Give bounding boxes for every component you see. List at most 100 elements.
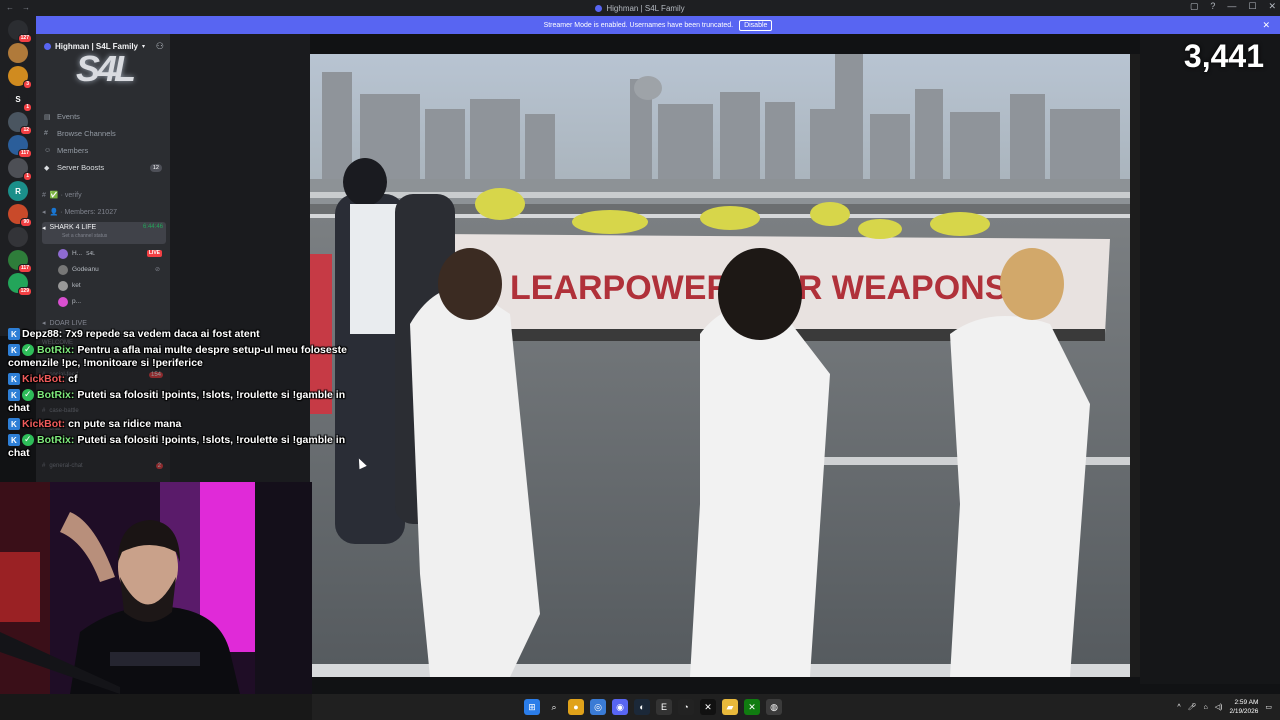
inbox-icon[interactable]: ▢ xyxy=(1190,1,1199,12)
obs-icon[interactable]: ◍ xyxy=(766,699,782,715)
chat-username[interactable]: KickBot: xyxy=(22,418,65,430)
back-icon[interactable]: ← xyxy=(6,3,14,12)
kick-badge-icon xyxy=(8,373,20,386)
hash-icon: # xyxy=(42,191,46,199)
channel-label: 👤 · Members: 21027 xyxy=(49,209,117,216)
chat-username[interactable]: Depz88: xyxy=(22,328,62,340)
add-user-icon[interactable]: ⚇ xyxy=(156,41,164,52)
chevron-up-icon[interactable]: ^ xyxy=(1177,704,1180,711)
avatar xyxy=(58,248,68,259)
nav-arrows[interactable]: ← → xyxy=(6,3,30,12)
nav-label: Server Boosts xyxy=(57,163,105,172)
nav-label: Events xyxy=(57,112,80,121)
mention-badge: 3 xyxy=(23,80,32,89)
folder-icon[interactable]: ▰ xyxy=(722,699,738,715)
network-icon[interactable]: ⌂ xyxy=(1204,704,1208,711)
chevron-down-icon: ▾ xyxy=(142,43,146,50)
search-icon[interactable]: ⌕ xyxy=(546,699,562,715)
voice-user[interactable]: H... S4L LIVE xyxy=(58,246,166,261)
steam-icon[interactable]: ◐ xyxy=(634,699,650,715)
xbox-icon[interactable]: ✕ xyxy=(744,699,760,715)
screen: ← → Highman | S4L Family ▢ ? — ☐ ✕ Stream… xyxy=(0,0,1280,720)
channel-verify[interactable]: # ✅ · verify xyxy=(42,188,166,202)
server-icon[interactable]: 1 xyxy=(8,158,32,181)
app-glyph: ◍ xyxy=(770,701,778,712)
epic-icon[interactable]: E xyxy=(656,699,672,715)
server-icon[interactable]: S1 xyxy=(8,89,32,112)
hash-icon: # xyxy=(44,130,48,137)
disable-button[interactable]: Disable xyxy=(739,19,773,31)
channel-sidebar: Highman | S4L Family ▾ ⚇ S4L ▤ Events # Br… xyxy=(36,34,170,334)
channel-label: ✅ · verify xyxy=(49,192,82,199)
server-icon[interactable]: 90 xyxy=(8,204,32,227)
nav-events[interactable]: ▤ Events xyxy=(42,108,166,125)
kick-badge-icon xyxy=(8,344,20,357)
chat-username[interactable]: BotRix: xyxy=(37,434,74,446)
nav-label: Members xyxy=(57,146,89,155)
x-icon[interactable]: ✕ xyxy=(700,699,716,715)
minimize-button[interactable]: — xyxy=(1227,1,1236,12)
server-icon[interactable]: 117 xyxy=(8,135,32,158)
window-title-text: Highman | S4L Family xyxy=(606,3,685,13)
forward-icon[interactable]: → xyxy=(22,3,30,12)
github-icon[interactable]: ◔ xyxy=(678,699,694,715)
close-button[interactable]: ✕ xyxy=(1268,1,1276,12)
chat-username[interactable]: BotRix: xyxy=(37,389,74,401)
nav-members[interactable]: ☺ Members xyxy=(42,142,166,159)
clock-date: 2/19/2026 xyxy=(1229,708,1259,715)
server-icon[interactable] xyxy=(8,227,28,247)
chat-message: Depz88:7x9 repede sa vedem daca ai fost … xyxy=(8,328,368,341)
voice-timer: 6:44:46 xyxy=(142,224,163,230)
voice-channel-shark[interactable]: ◂ SHARK 4 LIFE 6:44:46 Set a channel sta… xyxy=(42,222,166,244)
mention-badge: 127 xyxy=(17,34,32,43)
server-icon[interactable]: R xyxy=(8,181,28,201)
notification-icon[interactable]: ▭ xyxy=(1265,703,1272,711)
nav-browse-channels[interactable]: # Browse Channels xyxy=(42,125,166,142)
server-icon[interactable]: 127 xyxy=(8,20,32,43)
mention-badge: 12 xyxy=(20,126,32,135)
windows-icon[interactable]: ⊞ xyxy=(524,699,540,715)
webcam-feed xyxy=(0,482,312,694)
server-icon[interactable]: 129 xyxy=(8,273,32,296)
channel-members-count[interactable]: ◂ 👤 · Members: 21027 xyxy=(42,205,166,219)
server-icon[interactable]: 12 xyxy=(8,112,32,135)
chat-username[interactable]: BotRix: xyxy=(37,344,74,356)
avatar xyxy=(58,296,68,307)
microphone-icon[interactable]: 🎤︎ xyxy=(1188,703,1197,711)
app-glyph: ▰ xyxy=(726,701,734,712)
server-icon[interactable]: 117 xyxy=(8,250,32,273)
voice-user-tag: S4L xyxy=(86,250,96,257)
app-glyph: ● xyxy=(573,702,579,712)
mention-badge: 1 xyxy=(23,103,32,112)
banner-close-icon[interactable]: ✕ xyxy=(1262,20,1270,31)
server-icon[interactable] xyxy=(8,43,28,63)
voice-user[interactable]: Godeanu ⊘ xyxy=(58,262,166,277)
maximize-button[interactable]: ☐ xyxy=(1248,1,1256,12)
stream-letterbox-right xyxy=(1140,34,1280,684)
mention-badge: 1 xyxy=(23,172,32,181)
voice-user[interactable]: ket xyxy=(58,278,166,293)
guild-icon xyxy=(44,42,51,50)
members-icon: ☺ xyxy=(44,147,52,154)
browser-icon[interactable]: ◎ xyxy=(590,699,606,715)
chat-message: BotRix:Puteti sa folositi !points, !slot… xyxy=(8,388,368,415)
kick-badge-icon xyxy=(8,328,20,341)
verified-badge-icon xyxy=(22,343,34,357)
channel-label: DOAR LIVE xyxy=(49,319,87,327)
mention-badge: 129 xyxy=(17,287,32,296)
volume-icon[interactable]: ◁) xyxy=(1215,703,1223,711)
server-icon[interactable]: 3 xyxy=(8,66,32,89)
help-icon[interactable]: ? xyxy=(1210,1,1215,12)
window-controls: ▢ ? — ☐ ✕ xyxy=(1190,1,1276,12)
voice-user[interactable]: p... xyxy=(58,294,166,309)
system-tray: ^ 🎤︎ ⌂ ◁) 2:59 AM 2/19/2026 ▭ xyxy=(1177,698,1272,716)
mention-badge: 90 xyxy=(20,218,32,227)
clock[interactable]: 2:59 AM 2/19/2026 xyxy=(1229,698,1258,716)
chrome-icon[interactable]: ● xyxy=(568,699,584,715)
voice-user-name: Godeanu xyxy=(72,266,99,273)
webcam-scene xyxy=(0,482,312,694)
nav-server-boosts[interactable]: ◆ Server Boosts 12 xyxy=(42,159,166,176)
discord-icon[interactable]: ◉ xyxy=(612,699,628,715)
stream-video[interactable]: LEARPOWER N AR WEAPONS xyxy=(310,54,1130,677)
chat-username[interactable]: KickBot: xyxy=(22,373,65,385)
